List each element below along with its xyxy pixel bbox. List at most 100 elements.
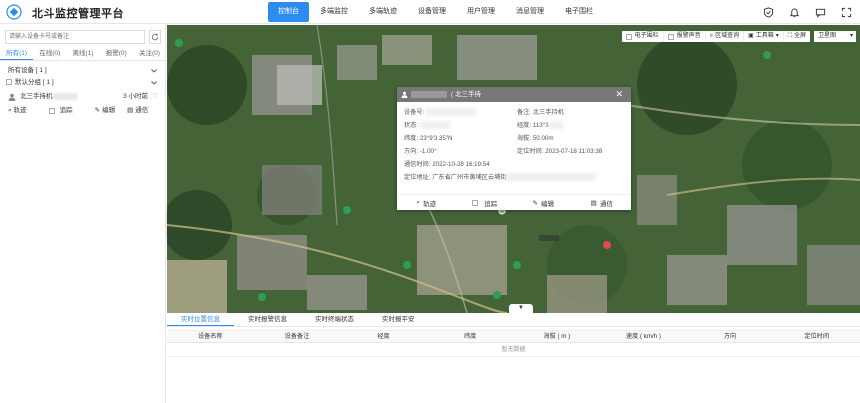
tree-all-devices[interactable]: 所有设备 [ 1 ]	[0, 65, 166, 77]
refresh-button[interactable]	[149, 30, 161, 44]
message-icon[interactable]	[812, 4, 828, 20]
geofence-toggle[interactable]: 电子围栏	[622, 31, 664, 42]
device-item[interactable]: 北三手持机 3 小时前 ♡	[0, 91, 166, 103]
map-type-value: 卫星图	[818, 33, 837, 39]
chevron-down-icon[interactable]	[150, 77, 158, 89]
filter-tab-offline[interactable]: 离线(1)	[66, 47, 99, 60]
popup-follow-button[interactable]: 追踪	[456, 195, 515, 210]
search-row	[5, 30, 161, 44]
follow-button[interactable]: 追踪	[48, 105, 73, 117]
popup-title: ( 北三手持	[451, 91, 481, 98]
popup-track-button[interactable]: ⌕ 轨迹	[397, 195, 456, 210]
field-label: 方向:	[404, 148, 419, 155]
edit-icon: ✎	[532, 199, 538, 207]
tab-realtime-safety[interactable]: 实时报平安	[368, 313, 429, 326]
column-header[interactable]: 速度 ( km/h )	[600, 331, 687, 342]
communicate-label: 通信	[135, 107, 149, 114]
column-header[interactable]: 设备备注	[254, 331, 341, 342]
column-header[interactable]: 纬度	[427, 331, 514, 342]
field-value: 23°9'3.35"N	[419, 135, 453, 142]
field-label: 纬度:	[404, 135, 419, 142]
toolbox-button[interactable]: ▣ 工具箱 ▾	[744, 31, 784, 42]
popup-row: 纬度: 23°9'3.35"N 海拔: 50.00m	[404, 132, 624, 145]
device-search-input[interactable]	[5, 30, 145, 44]
chevron-down-icon[interactable]	[150, 65, 158, 77]
group-checkbox[interactable]	[6, 79, 12, 86]
tab-realtime-terminal[interactable]: 实时终端状态	[301, 313, 368, 326]
column-header[interactable]: 经度	[340, 331, 427, 342]
close-icon[interactable]: ✕	[615, 87, 623, 102]
status-filter-tabs: 所有(1) 在线(0) 离线(1) 报警(0) 关注(0)	[0, 47, 166, 61]
alarm-sound-toggle[interactable]: 报警声音	[664, 31, 706, 42]
field-label: 状态:	[404, 122, 419, 129]
all-devices-label: 所有设备 [ 1 ]	[8, 67, 47, 74]
bell-icon[interactable]	[786, 4, 802, 20]
heart-icon[interactable]: ♡	[152, 91, 158, 103]
tab-realtime-alarm[interactable]: 实时报警信息	[234, 313, 301, 326]
field-fix-time: 定位时间: 2023-07-18 11:03:38	[517, 145, 602, 158]
field-remark: 备注: 北三手持机	[517, 106, 564, 119]
field-altitude: 海拔: 50.00m	[517, 132, 553, 145]
nav-multi-track[interactable]: 多端轨迹	[359, 2, 407, 22]
follow-checkbox[interactable]	[48, 108, 55, 114]
column-header[interactable]: 方向	[687, 331, 774, 342]
filter-tab-all[interactable]: 所有(1)	[0, 47, 34, 60]
field-address: 定位地址: 广东省广州市黄埔区云埔街	[404, 171, 624, 184]
field-label: 经度:	[517, 122, 532, 129]
column-header[interactable]: 定位时间	[773, 331, 860, 342]
track-button[interactable]: ⌕ 轨迹	[8, 105, 27, 117]
popup-body: 设备号: 备注: 北三手持机 状态: 经度: 113°3 纬度: 23°9'3.…	[397, 102, 631, 188]
map-type-select[interactable]: 卫星图 ▾	[814, 31, 856, 42]
track-label: 轨迹	[13, 107, 27, 114]
nav-message-manage[interactable]: 消息管理	[506, 2, 554, 22]
shield-icon[interactable]	[760, 4, 776, 20]
filter-tab-alarm[interactable]: 报警(0)	[100, 47, 133, 60]
area-query-label: 区域查询	[715, 33, 740, 39]
popup-row: 方向: -1.00° 定位时间: 2023-07-18 11:03:38	[404, 145, 624, 158]
device-tree: 所有设备 [ 1 ] 默认分组 [ 1 ] 北三手持机 3 小时前 ♡ ⌕ 轨迹 …	[0, 65, 166, 117]
address-text: 定位地址: 广东省广州市黄埔区云埔街	[404, 174, 507, 181]
geofence-checkbox[interactable]	[625, 33, 632, 40]
edit-icon: ✎	[94, 107, 101, 114]
user-icon	[8, 93, 16, 101]
field-label: 设备号:	[404, 109, 425, 116]
message-icon: ▤	[590, 199, 597, 207]
popup-edit-button[interactable]: ✎ 编辑	[514, 195, 573, 210]
expand-icon[interactable]	[838, 4, 854, 20]
area-query-button[interactable]: ⌕ 区域查询	[706, 31, 745, 42]
fullscreen-button[interactable]: ⛶ 全屏	[784, 31, 810, 42]
nav-multi-monitor[interactable]: 多端监控	[310, 2, 358, 22]
nav-console[interactable]: 控制台	[268, 2, 309, 22]
tab-realtime-location[interactable]: 实时位置信息	[167, 313, 234, 326]
app-title: 北斗监控管理平台	[32, 8, 124, 20]
track-icon: ⌕	[8, 107, 12, 114]
filter-tab-online[interactable]: 在线(0)	[33, 47, 66, 60]
address-redacted	[506, 173, 597, 182]
column-header[interactable]: 设备名称	[167, 331, 254, 342]
column-header[interactable]: 海拔 ( m )	[514, 331, 601, 342]
nav-geofence[interactable]: 电子围栏	[555, 2, 603, 22]
table-header: 设备名称 设备备注 经度 纬度 海拔 ( m ) 速度 ( km/h ) 方向 …	[167, 330, 860, 343]
panel-toggle[interactable]: ▼	[509, 304, 533, 313]
empty-state: 暂无数据	[167, 344, 860, 357]
edit-button[interactable]: ✎ 编辑	[95, 105, 115, 117]
realtime-tabs: 实时位置信息 实时报警信息 实时终端状态 实时报平安	[167, 313, 860, 327]
tree-default-group[interactable]: 默认分组 [ 1 ]	[0, 77, 166, 89]
device-id-redacted	[426, 108, 477, 117]
field-value: -1.00°	[419, 148, 437, 155]
alarm-sound-label: 报警声音	[676, 33, 701, 39]
toolbox-label: 工具箱	[755, 33, 774, 39]
nav-device-manage[interactable]: 设备管理	[408, 2, 456, 22]
communicate-button[interactable]: ▤ 通信	[127, 105, 148, 117]
alarm-sound-checkbox[interactable]	[667, 33, 674, 40]
device-sidebar: 所有(1) 在线(0) 离线(1) 报警(0) 关注(0) 所有设备 [ 1 ]…	[0, 25, 166, 403]
field-value: 2023-07-18 11:03:38	[545, 148, 603, 155]
filter-tab-followed[interactable]: 关注(0)	[133, 47, 166, 60]
popup-communicate-button[interactable]: ▤ 通信	[573, 195, 632, 210]
nav-user-manage[interactable]: 用户管理	[457, 2, 505, 22]
field-latitude: 纬度: 23°9'3.35"N	[404, 132, 453, 145]
popup-track-label: 轨迹	[423, 200, 437, 208]
toolbox-icon: ▣	[748, 33, 754, 39]
popup-follow-checkbox[interactable]	[472, 199, 479, 206]
device-name: 北三手持机	[20, 93, 53, 100]
